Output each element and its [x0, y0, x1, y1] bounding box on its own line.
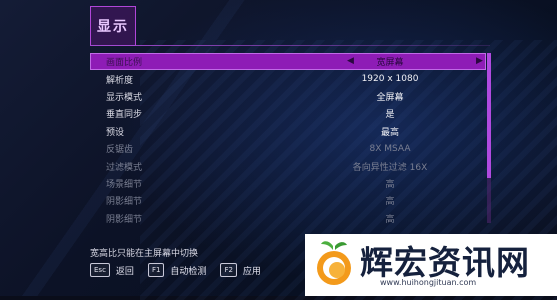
setting-label: 过滤模式	[106, 162, 143, 173]
setting-label: 解析度	[106, 75, 134, 86]
setting-row-filter-mode[interactable]: 过滤模式 各向异性过滤 16X	[90, 157, 486, 174]
scrollbar-thumb[interactable]	[487, 53, 491, 178]
setting-row-vsync[interactable]: 垂直同步 是	[90, 105, 486, 122]
setting-row-shadow-detail-2[interactable]: 阴影细节 高	[90, 210, 486, 227]
setting-row-resolution[interactable]: 解析度 1920 x 1080	[90, 70, 486, 87]
setting-value: 高	[385, 197, 395, 208]
f1-key-icon[interactable]: F1	[147, 263, 165, 277]
title-divider	[90, 45, 490, 46]
setting-label: 画面比例	[106, 58, 143, 69]
setting-label: 显示模式	[106, 92, 143, 103]
setting-value: 全屏幕	[376, 92, 404, 103]
setting-value: 各向异性过滤 16X	[352, 162, 428, 173]
setting-label: 阴影细节	[106, 197, 143, 208]
settings-menu: 画面比例 ◀ 宽屏幕 ▶ 解析度 1920 x 1080 显示模式 全屏幕 垂直…	[90, 53, 486, 227]
apply-button[interactable]: 应用	[243, 264, 261, 277]
back-button[interactable]: 返回	[116, 264, 134, 277]
panel-title: 显示	[90, 6, 136, 46]
arrow-right-icon[interactable]: ▶	[476, 56, 483, 66]
setting-row-display-mode[interactable]: 显示模式 全屏幕	[90, 88, 486, 105]
f2-key-icon[interactable]: F2	[220, 263, 237, 277]
hint-text: 宽高比只能在主屏幕中切换	[90, 249, 199, 259]
watermark-logo-icon	[317, 241, 351, 285]
setting-label: 场景细节	[106, 179, 143, 190]
setting-value: 高	[385, 179, 395, 190]
esc-key-icon[interactable]: Esc	[90, 263, 110, 277]
setting-value: 是	[385, 110, 395, 121]
setting-label: 反锯齿	[106, 145, 134, 156]
setting-label: 预设	[106, 127, 125, 138]
setting-value: 宽屏幕	[376, 58, 404, 69]
watermark-url: www.huihongjituan.com	[380, 278, 477, 287]
setting-row-preset[interactable]: 预设 最高	[90, 123, 486, 140]
setting-row-scene-detail[interactable]: 场景细节 高	[90, 175, 486, 192]
setting-value: 高	[385, 214, 395, 225]
setting-row-anti-aliasing[interactable]: 反锯齿 8X MSAA	[90, 140, 486, 157]
setting-value: 8X MSAA	[369, 143, 411, 154]
footer-actions: Esc 返回 F1 自动检测 F2 应用	[90, 263, 269, 277]
setting-value: 最高	[380, 127, 400, 138]
setting-label: 阴影细节	[106, 214, 143, 225]
arrow-left-icon[interactable]: ◀	[347, 56, 354, 66]
watermark-text: 辉宏资讯网	[360, 243, 530, 282]
setting-row-shadow-detail[interactable]: 阴影细节 高	[90, 192, 486, 209]
setting-label: 垂直同步	[106, 110, 143, 121]
setting-value: 1920 x 1080	[361, 74, 419, 85]
setting-row-aspect-ratio[interactable]: 画面比例 ◀ 宽屏幕 ▶	[90, 53, 486, 71]
autodetect-button[interactable]: 自动检测	[170, 264, 206, 277]
